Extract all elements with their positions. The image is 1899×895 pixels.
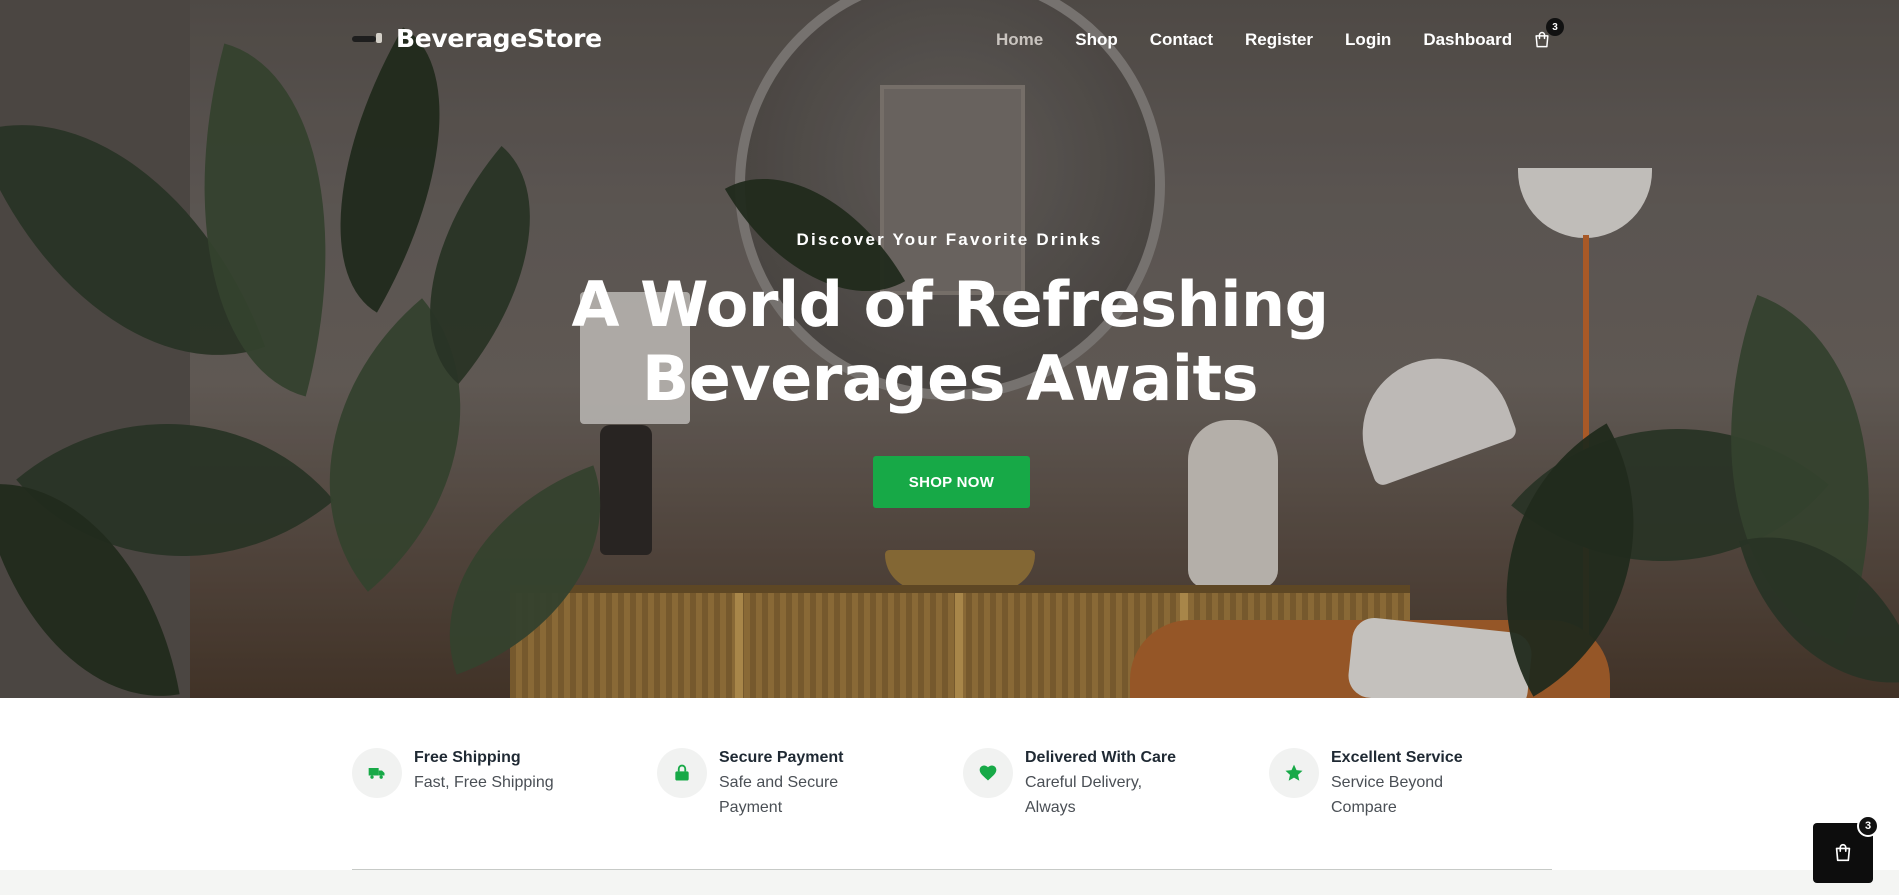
feature-title: Secure Payment — [719, 749, 844, 766]
feature-subtitle: Fast, Free Shipping — [414, 774, 554, 791]
floating-cart-count-badge: 3 — [1857, 815, 1879, 837]
feature-title: Excellent Service — [1331, 749, 1463, 766]
lock-icon — [657, 748, 707, 798]
cart-count-badge: 3 — [1546, 18, 1564, 36]
features-strip: Free Shipping Fast, Free Shipping Secure… — [0, 698, 1899, 870]
nav-item-register[interactable]: Register — [1245, 30, 1313, 50]
feature-free-shipping: Free Shipping Fast, Free Shipping — [352, 748, 642, 798]
feature-delivered-with-care: Delivered With Care Careful Delivery, Al… — [963, 748, 1253, 820]
nav-item-login[interactable]: Login — [1345, 30, 1391, 50]
section-divider — [352, 869, 1552, 870]
feature-subtitle: Careful Delivery, Always — [1025, 774, 1143, 816]
nav-item-dashboard[interactable]: Dashboard — [1423, 30, 1512, 50]
nav-item-shop[interactable]: Shop — [1075, 30, 1118, 50]
brand[interactable]: BeverageStore — [352, 24, 602, 53]
feature-title: Free Shipping — [414, 749, 521, 766]
shopping-bag-icon — [1835, 843, 1851, 862]
truck-icon — [352, 748, 402, 798]
hero-headline: A World of Refreshing Beverages Awaits — [560, 268, 1340, 416]
nav-item-contact[interactable]: Contact — [1150, 30, 1213, 50]
brand-name[interactable]: BeverageStore — [396, 24, 602, 53]
hero-headline-line2: Beverages Awaits — [642, 342, 1259, 415]
shop-now-button[interactable]: SHOP NOW — [873, 456, 1030, 508]
star-icon — [1269, 748, 1319, 798]
heart-icon — [963, 748, 1013, 798]
main-menu: Home Shop Contact Register Login Dashboa… — [996, 30, 1512, 50]
hero-eyebrow: Discover Your Favorite Drinks — [796, 230, 1103, 249]
top-navigation: BeverageStore Home Shop Contact Register… — [0, 0, 1899, 82]
feature-subtitle: Service Beyond Compare — [1331, 774, 1444, 816]
header-cart-button[interactable]: 3 — [1532, 18, 1564, 52]
feature-excellent-service: Excellent Service Service Beyond Compare — [1269, 748, 1559, 820]
feature-secure-payment: Secure Payment Safe and Secure Payment — [657, 748, 947, 820]
brand-logo[interactable] — [352, 32, 382, 46]
floating-cart-button[interactable]: 3 — [1813, 815, 1879, 883]
feature-subtitle: Safe and Secure Payment — [719, 774, 839, 816]
nav-item-home[interactable]: Home — [996, 30, 1043, 50]
hero-headline-line1: A World of Refreshing — [571, 268, 1330, 341]
feature-title: Delivered With Care — [1025, 749, 1177, 766]
